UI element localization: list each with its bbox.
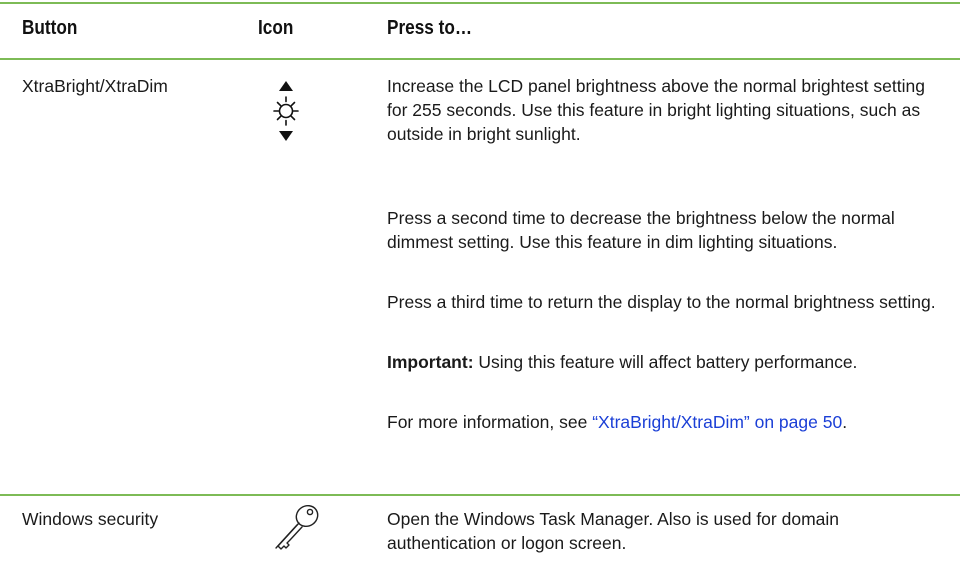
important-label: Important: (387, 352, 474, 372)
xtrabright-page-link[interactable]: “XtraBright/XtraDim” on page 50 (592, 412, 842, 432)
key-icon (270, 500, 322, 554)
description-paragraph: Press a second time to decrease the brig… (387, 208, 895, 252)
table-top-rule (0, 2, 960, 4)
brightness-up-down-icon (272, 78, 300, 144)
important-text: Using this feature will affect battery p… (473, 352, 858, 372)
more-info: For more information, see “XtraBright/Xt… (387, 410, 947, 434)
button-name-windows-security: Windows security (22, 509, 159, 529)
description-paragraph: Increase the LCD panel brightness above … (387, 76, 925, 144)
more-info-prefix: For more information, see (387, 412, 593, 432)
description-paragraph: Open the Windows Task Manager. Also is u… (387, 509, 840, 553)
column-header-icon: Icon (258, 17, 294, 39)
important-note: Important: Using this feature will affec… (387, 350, 947, 374)
more-info-suffix: . (842, 412, 848, 432)
column-header-button: Button (22, 17, 78, 39)
column-header-press-to: Press to… (387, 17, 473, 39)
row-divider-rule (0, 494, 960, 496)
header-divider-rule (0, 58, 960, 60)
button-name-xtrabright: XtraBright/XtraDim (22, 76, 168, 96)
description-paragraph: Press a third time to return the display… (387, 292, 936, 312)
